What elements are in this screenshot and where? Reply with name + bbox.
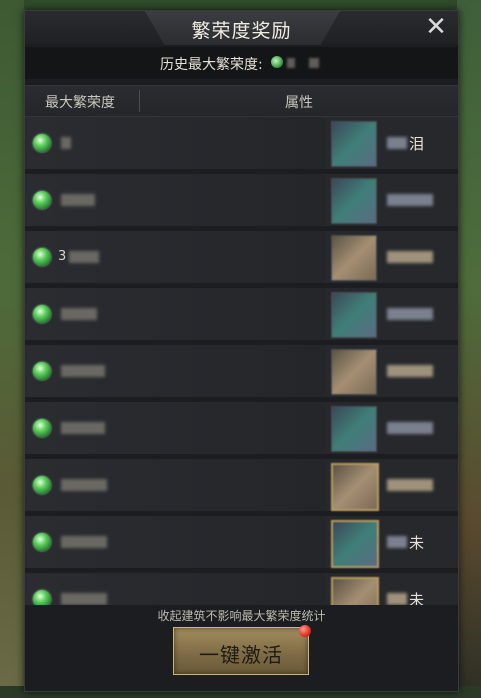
activate-all-button[interactable]: 一键激活 — [173, 627, 309, 675]
attribute-text: 泪 — [409, 135, 425, 153]
attribute-text-redacted — [387, 479, 433, 491]
attribute-item-icon[interactable] — [331, 235, 377, 281]
prosperity-value: 3 — [58, 249, 67, 264]
reward-row — [25, 288, 458, 344]
prosperity-value-redacted — [61, 479, 107, 491]
history-value-redacted — [287, 58, 295, 68]
prosperity-value-redacted — [61, 365, 105, 377]
attribute-text-redacted — [387, 593, 407, 605]
header-divider — [139, 90, 140, 112]
game-background-right — [457, 0, 481, 698]
reward-row: 泪 — [25, 117, 458, 173]
attribute-text: 未 — [409, 534, 425, 552]
reward-row: 未 — [25, 573, 458, 605]
attribute-text: 未 — [409, 591, 425, 605]
reward-row — [25, 402, 458, 458]
close-button[interactable]: ✕ — [422, 13, 450, 41]
prosperity-value-redacted — [61, 536, 107, 548]
history-value-redacted — [309, 58, 319, 68]
column-attribute: 属性 — [285, 95, 313, 111]
title-bar: 繁荣度奖励 ✕ — [25, 11, 458, 45]
reward-row: 未 — [25, 516, 458, 572]
history-max-prosperity: 历史最大繁荣度: — [25, 47, 458, 79]
attribute-text-redacted — [387, 251, 433, 263]
dialog-title: 繁荣度奖励 — [191, 20, 292, 42]
reward-row — [25, 459, 458, 515]
prosperity-gem-icon — [33, 476, 51, 494]
attribute-item-icon[interactable] — [331, 520, 379, 568]
history-label: 历史最大繁荣度: — [160, 57, 263, 73]
notification-badge — [299, 625, 311, 637]
attribute-item-icon[interactable] — [331, 121, 377, 167]
activate-all-label: 一键激活 — [199, 643, 283, 667]
prosperity-gem-icon — [33, 590, 51, 605]
footer-note: 收起建筑不影响最大繁荣度统计 — [157, 609, 326, 623]
attribute-text-redacted — [387, 308, 433, 320]
prosperity-value-redacted — [61, 308, 97, 320]
prosperity-gem-icon — [33, 533, 51, 551]
reward-row — [25, 345, 458, 401]
attribute-item-icon[interactable] — [331, 577, 379, 605]
attribute-text-redacted — [387, 194, 433, 206]
prosperity-gem-icon — [33, 248, 51, 266]
prosperity-value-redacted — [61, 137, 71, 149]
game-background-left — [0, 0, 24, 698]
prosperity-gem-icon — [33, 134, 51, 152]
prosperity-value-redacted — [61, 593, 107, 605]
attribute-item-icon[interactable] — [331, 406, 377, 452]
prosperity-value-redacted — [61, 422, 105, 434]
reward-row: 3 — [25, 231, 458, 287]
attribute-item-icon[interactable] — [331, 463, 379, 511]
prosperity-gem-icon — [33, 191, 51, 209]
prosperity-gem-icon — [271, 56, 283, 68]
attribute-item-icon[interactable] — [331, 292, 377, 338]
prosperity-gem-icon — [33, 419, 51, 437]
prosperity-reward-dialog: 繁荣度奖励 ✕ 历史最大繁荣度: 最大繁荣度 属性 泪3未未 收起建筑不影响最大… — [24, 10, 459, 692]
reward-list[interactable]: 泪3未未 — [25, 117, 458, 605]
reward-row — [25, 174, 458, 230]
table-header: 最大繁荣度 属性 — [25, 85, 458, 117]
prosperity-gem-icon — [33, 362, 51, 380]
prosperity-value-redacted — [61, 194, 95, 206]
attribute-text-redacted — [387, 422, 433, 434]
prosperity-gem-icon — [33, 305, 51, 323]
attribute-item-icon[interactable] — [331, 349, 377, 395]
attribute-text-redacted — [387, 536, 407, 548]
prosperity-value-redacted — [69, 251, 99, 263]
column-max-prosperity: 最大繁荣度 — [45, 95, 115, 111]
attribute-text-redacted — [387, 137, 407, 149]
attribute-item-icon[interactable] — [331, 178, 377, 224]
attribute-text-redacted — [387, 365, 433, 377]
